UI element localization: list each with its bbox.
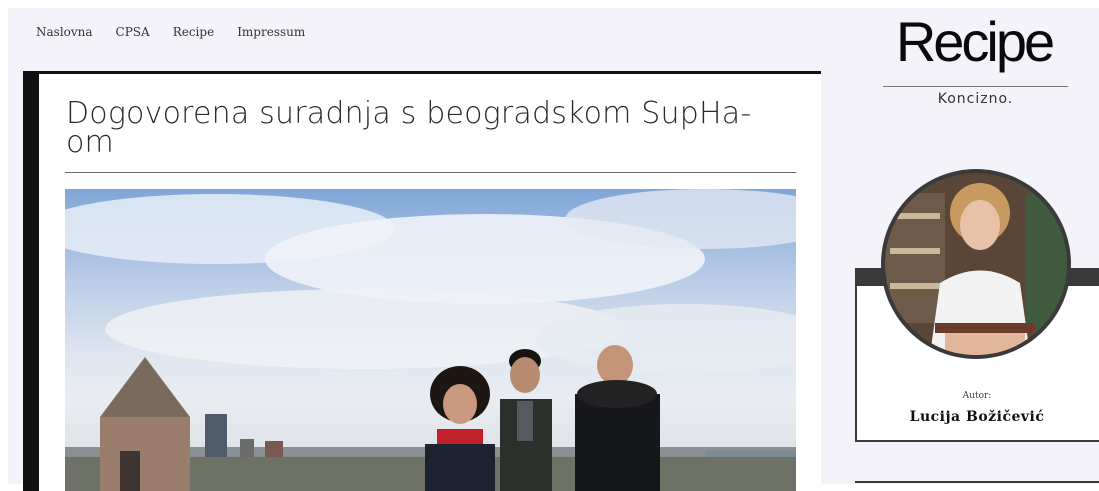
author-name[interactable]: Lucija Božičević [855, 409, 1099, 425]
top-navigation: Naslovna CPSA Recipe Impressum [36, 24, 328, 40]
author-label: Autor: [962, 391, 992, 401]
hero-photo-illustration [65, 189, 796, 491]
nav-item-naslovna[interactable]: Naslovna [36, 24, 93, 40]
site-logo[interactable]: Recipe [878, 10, 1070, 74]
author-avatar-frame [881, 169, 1071, 359]
article-hero-photo [65, 189, 796, 491]
title-divider [65, 172, 796, 173]
author-photo-illustration [885, 173, 1067, 355]
author-avatar [885, 173, 1067, 355]
nav-item-impressum[interactable]: Impressum [237, 24, 305, 40]
nav-item-recipe[interactable]: Recipe [173, 24, 214, 40]
site-tagline: Koncizno. [937, 91, 1014, 107]
card-left-border [23, 71, 39, 491]
article-title: Dogovorena suradnja s beogradskom SupHa-… [66, 96, 752, 160]
logo-divider [883, 86, 1068, 87]
nav-item-cpsa[interactable]: CPSA [116, 24, 150, 40]
card-top-border [23, 71, 821, 74]
article-card: Dogovorena suradnja s beogradskom SupHa-… [23, 71, 821, 491]
next-widget-border [855, 481, 1099, 483]
